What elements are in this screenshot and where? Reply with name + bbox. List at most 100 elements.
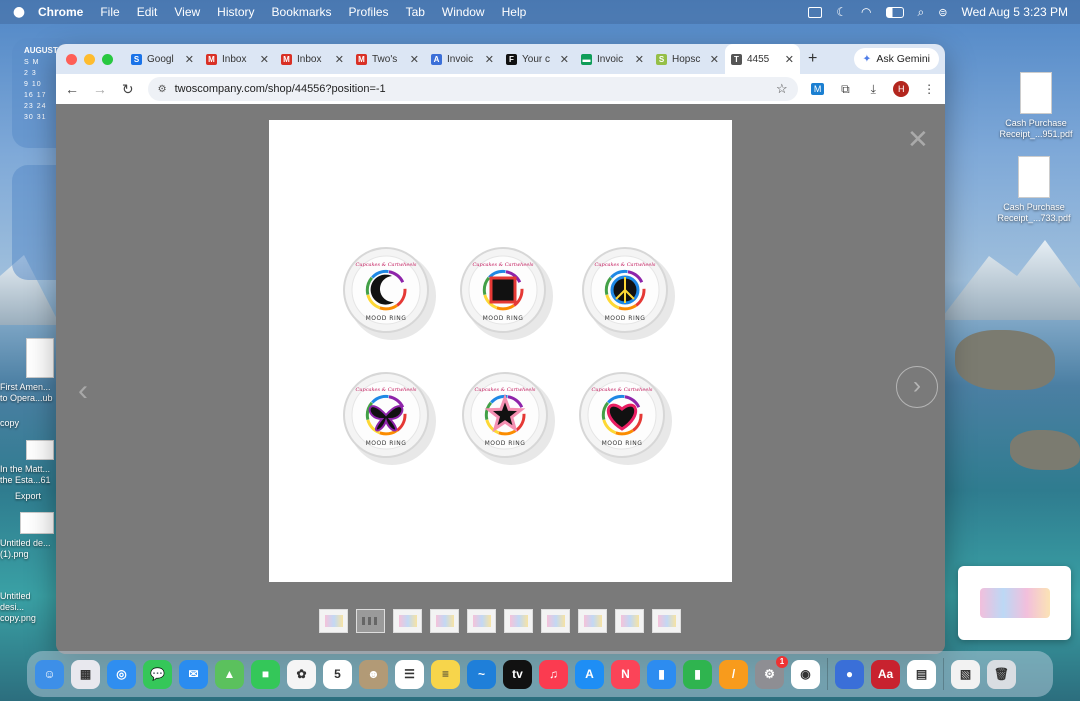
news-icon[interactable]: N xyxy=(611,659,640,689)
browser-tab[interactable]: ▬ Invoic ✕ xyxy=(575,44,650,74)
menu-item-bookmarks[interactable]: Bookmarks xyxy=(272,5,332,19)
tab-close-icon[interactable]: ✕ xyxy=(185,53,194,66)
mail-icon[interactable]: ✉ xyxy=(179,659,208,689)
finder-icon[interactable]: ☺ xyxy=(35,659,64,689)
address-bar[interactable]: ⚙ twoscompany.com/shop/44556?position=-1… xyxy=(147,77,798,101)
search-icon[interactable]: ⌕ xyxy=(918,5,925,20)
reminders-icon[interactable]: ☰ xyxy=(395,659,424,689)
browser-tab[interactable]: T 4455 ✕ xyxy=(725,44,800,74)
url-text[interactable]: twoscompany.com/shop/44556?position=-1 xyxy=(175,83,386,95)
tab-close-icon[interactable]: ✕ xyxy=(560,53,569,66)
launchpad-icon[interactable]: ▦ xyxy=(71,659,100,689)
numbers-icon[interactable]: ▮ xyxy=(683,659,712,689)
menu-item-edit[interactable]: Edit xyxy=(137,5,158,19)
product-thumbnail[interactable] xyxy=(652,609,681,633)
close-window-button[interactable] xyxy=(66,53,77,65)
new-tab-button[interactable]: + xyxy=(808,50,817,68)
desktop-folder-export[interactable]: Export xyxy=(0,491,56,502)
menu-item-window[interactable]: Window xyxy=(442,5,485,19)
next-image-arrow-icon[interactable]: › xyxy=(896,366,938,408)
download-icon[interactable]: ⤓ xyxy=(865,81,881,97)
profile-avatar[interactable]: H xyxy=(893,81,910,97)
product-thumbnail[interactable] xyxy=(467,609,496,633)
reload-icon[interactable]: ↻ xyxy=(120,81,136,98)
focus-moon-icon[interactable]: ☾ xyxy=(836,5,847,19)
notes-icon[interactable]: ≡ xyxy=(431,659,460,689)
menu-item-profiles[interactable]: Profiles xyxy=(349,5,389,19)
browser-tab[interactable]: S Hopsc ✕ xyxy=(650,44,725,74)
preview-document-icon[interactable]: ▧ xyxy=(951,659,980,689)
close-lightbox-icon[interactable]: ✕ xyxy=(907,124,929,155)
desktop-file-amendment[interactable]: First Amen... to Opera...ub xyxy=(0,338,56,404)
browser-tab[interactable]: A Invoic ✕ xyxy=(425,44,500,74)
menu-clock[interactable]: Wed Aug 5 3:23 PM xyxy=(961,5,1068,19)
app-store-icon[interactable]: A xyxy=(575,659,604,689)
freeform-icon[interactable]: ~ xyxy=(467,659,496,689)
product-thumbnail[interactable] xyxy=(578,609,607,633)
bookmark-star-icon[interactable]: ☆ xyxy=(776,81,788,97)
desktop-file-untitled-1[interactable]: Untitled de... (1).png xyxy=(0,512,56,560)
chrome-icon[interactable]: ◉ xyxy=(791,659,820,689)
apple-tv-icon[interactable]: tv xyxy=(503,659,532,689)
tab-close-icon[interactable]: ✕ xyxy=(635,53,644,66)
pages-icon[interactable]: / xyxy=(719,659,748,689)
product-thumbnail[interactable] xyxy=(319,609,348,633)
wifi-icon[interactable]: ◠ xyxy=(861,5,871,19)
screenshot-preview-thumbnail[interactable] xyxy=(958,566,1071,640)
tab-close-icon[interactable]: ✕ xyxy=(485,53,494,66)
product-thumbnail[interactable] xyxy=(615,609,644,633)
menu-app-name[interactable]: Chrome xyxy=(38,5,83,19)
menu-item-file[interactable]: File xyxy=(100,5,119,19)
menu-item-history[interactable]: History xyxy=(217,5,254,19)
display-icon[interactable] xyxy=(808,6,823,18)
product-thumbnail[interactable] xyxy=(504,609,533,633)
desktop-file-receipt-733[interactable]: Cash Purchase Receipt_...733.pdf xyxy=(990,156,1078,224)
spreadsheet-icon[interactable]: ▤ xyxy=(907,659,936,689)
product-thumbnail[interactable] xyxy=(356,609,385,633)
dictionary-icon[interactable]: Aa xyxy=(871,659,900,689)
menu-item-tab[interactable]: Tab xyxy=(406,5,425,19)
music-icon[interactable]: ♫ xyxy=(539,659,568,689)
tab-close-icon[interactable]: ✕ xyxy=(335,53,344,66)
menu-item-help[interactable]: Help xyxy=(502,5,527,19)
browser-tab[interactable]: M Inbox ✕ xyxy=(200,44,275,74)
desktop-file-untitled-copy[interactable]: Untitled desi... copy.png xyxy=(0,591,56,624)
desktop-file-estate[interactable]: In the Matt... the Esta...61 xyxy=(0,440,56,486)
browser-tab[interactable]: M Two's ✕ xyxy=(350,44,425,74)
apple-menu-icon[interactable]: ● xyxy=(0,4,38,20)
extensions-puzzle-icon[interactable]: ⧉ xyxy=(838,81,854,97)
kebab-menu-icon[interactable]: ⋮ xyxy=(921,81,937,97)
product-thumbnail[interactable] xyxy=(393,609,422,633)
control-center-icon[interactable]: ⊜ xyxy=(938,6,947,19)
contacts-icon[interactable]: ☻ xyxy=(359,659,388,689)
tab-close-icon[interactable]: ✕ xyxy=(710,53,719,66)
browser-tab[interactable]: F Your c ✕ xyxy=(500,44,575,74)
photos-icon[interactable]: ✿ xyxy=(287,659,316,689)
safari-icon[interactable]: ◎ xyxy=(107,659,136,689)
product-image-lightbox[interactable]: Cupcakes & Cartwheels MOOD RING Cupcakes &… xyxy=(269,120,732,582)
desktop-file-copy[interactable]: copy xyxy=(0,418,56,429)
zoom-window-button[interactable] xyxy=(102,53,113,65)
browser-tab[interactable]: S Googl ✕ xyxy=(125,44,200,74)
forward-arrow-icon[interactable]: → xyxy=(92,81,108,97)
trash-icon[interactable]: 🗑 xyxy=(987,659,1016,689)
facetime-icon[interactable]: ■ xyxy=(251,659,280,689)
site-settings-icon[interactable]: ⚙ xyxy=(158,84,167,95)
ask-gemini-button[interactable]: ✦ Ask Gemini xyxy=(853,48,939,70)
screen-capture-icon[interactable]: ● xyxy=(835,659,864,689)
tab-close-icon[interactable]: ✕ xyxy=(410,53,419,66)
menu-item-view[interactable]: View xyxy=(174,5,200,19)
desktop-file-receipt-951[interactable]: Cash Purchase Receipt_...951.pdf xyxy=(992,72,1080,140)
tab-close-icon[interactable]: ✕ xyxy=(260,53,269,66)
previous-image-arrow-icon[interactable]: ‹ xyxy=(78,374,88,408)
minimize-window-button[interactable] xyxy=(84,53,95,65)
browser-tab[interactable]: M Inbox ✕ xyxy=(275,44,350,74)
keynote-icon[interactable]: ▮ xyxy=(647,659,676,689)
system-settings-icon[interactable]: ⚙ 1 xyxy=(755,655,788,689)
calendar-icon[interactable]: 5 xyxy=(323,659,352,689)
battery-icon[interactable] xyxy=(885,6,904,18)
extension-m-icon[interactable]: M xyxy=(810,81,826,97)
tab-close-icon[interactable]: ✕ xyxy=(785,53,794,66)
messages-icon[interactable]: 💬 xyxy=(143,659,172,689)
maps-icon[interactable]: ▲ xyxy=(215,659,244,689)
